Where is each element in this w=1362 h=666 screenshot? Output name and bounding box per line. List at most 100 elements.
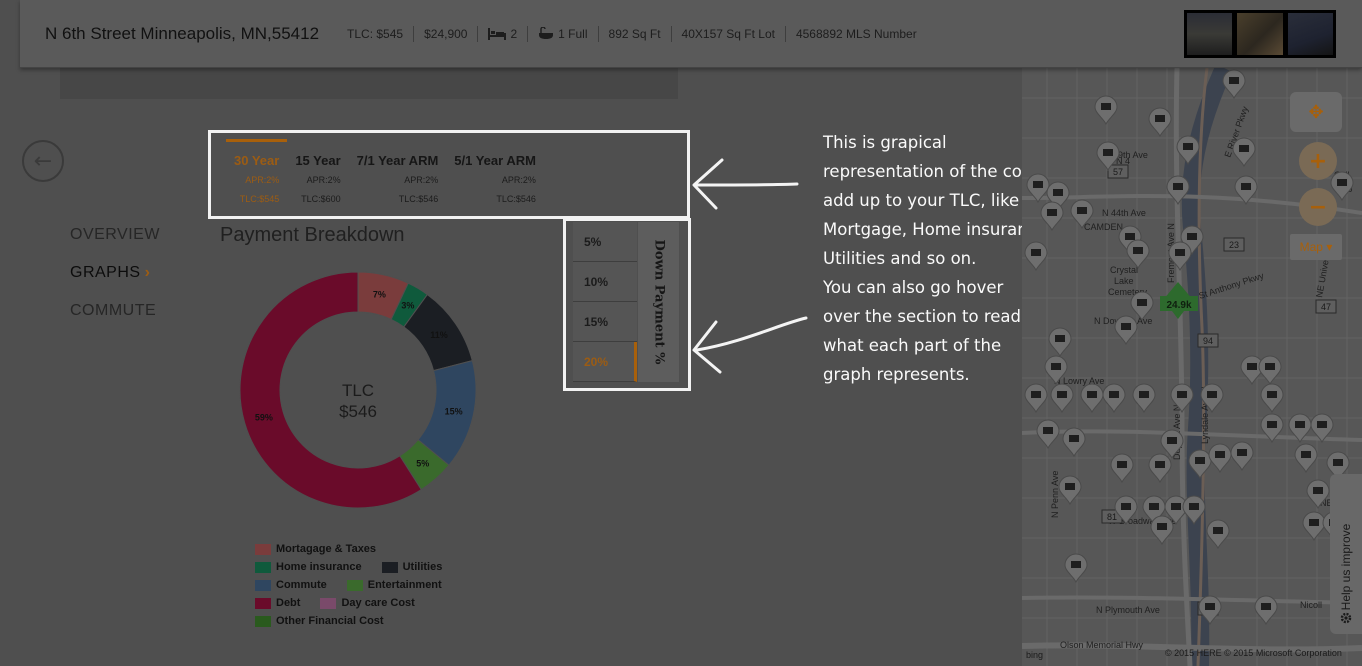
- thumbnail-interior[interactable]: [1237, 13, 1283, 55]
- legend-label: Other Financial Cost: [276, 615, 384, 627]
- legend-label: Mortagage & Taxes: [276, 543, 377, 555]
- legend-label: Utilities: [402, 561, 443, 573]
- map-pin-icon[interactable]: [1102, 383, 1126, 414]
- listing-facts: TLC: $545 $24,900 2 1 Full 892 Sq Ft 40X157 S…: [337, 25, 927, 42]
- bath-icon: [539, 27, 554, 39]
- legend-label: Entertainment: [367, 579, 442, 591]
- nav-graphs[interactable]: GRAPHS ›: [70, 262, 160, 300]
- map-pin-icon[interactable]: [1050, 383, 1074, 414]
- legend-item[interactable]: Home insurance: [255, 561, 362, 573]
- legend-swatch: [320, 597, 337, 609]
- fact-0: TLC: $545: [347, 26, 404, 41]
- map-pin-icon[interactable]: [1208, 443, 1232, 474]
- svg-text:47: 47: [1321, 302, 1331, 312]
- map-copyright: © 2015 HERE © 2015 Microsoft Corporation: [1165, 648, 1342, 658]
- help-us-improve-label: Help us improve: [1339, 523, 1353, 611]
- legend-swatch: [346, 579, 363, 591]
- legend-item[interactable]: Entertainment: [346, 579, 442, 591]
- back-button[interactable]: ←: [22, 140, 64, 182]
- legend-item[interactable]: Commute: [255, 579, 327, 591]
- thumbnail-exterior[interactable]: [1187, 13, 1233, 55]
- route-badge: 23: [1223, 237, 1245, 252]
- chart-legend: Mortagage & Taxes Home insurance Utilities…: [255, 540, 462, 630]
- fact-3: 1 Full: [527, 25, 597, 42]
- route-badge: 57: [1107, 164, 1129, 179]
- map-pan-control[interactable]: ✥: [1290, 92, 1342, 132]
- fact-4: 892 Sq Ft: [597, 25, 671, 42]
- route-badge: 47: [1315, 299, 1337, 314]
- svg-text:24.9k: 24.9k: [1166, 300, 1191, 311]
- fact-5: 40X157 Sq Ft Lot: [670, 25, 785, 42]
- legend-item[interactable]: Debt: [255, 597, 300, 609]
- legend-swatch: [255, 597, 271, 609]
- map-pin-icon[interactable]: [1148, 453, 1172, 484]
- nav-overview[interactable]: OVERVIEW: [70, 224, 160, 262]
- help-us-improve-tab[interactable]: Help us improve: [1330, 474, 1362, 634]
- route-badge: 94: [1197, 333, 1219, 348]
- map-pin-icon[interactable]: [1126, 239, 1150, 270]
- map-pin-icon[interactable]: [1114, 315, 1138, 346]
- donut-slice-label-0: 7%: [373, 289, 386, 299]
- fact-2: 2: [477, 25, 527, 42]
- map-pin-icon[interactable]: [1302, 511, 1326, 542]
- map-pin-icon[interactable]: [1258, 355, 1282, 386]
- map-pin-icon[interactable]: [1048, 327, 1072, 358]
- map-label: N Plymouth Ave: [1096, 605, 1160, 615]
- map-label: St Anthony Pkwy: [1198, 270, 1266, 301]
- legend-row: Commute Entertainment: [255, 576, 462, 594]
- fact-1: $24,900: [413, 25, 477, 42]
- legend-row: Debt Day care Cost: [255, 594, 462, 612]
- zoom-out-button[interactable]: −: [1299, 188, 1337, 226]
- map-pin-icon[interactable]: [1024, 383, 1048, 414]
- map-pin-icon[interactable]: [1094, 95, 1118, 126]
- map-pin-icon[interactable]: [1058, 475, 1082, 506]
- legend-swatch: [381, 561, 398, 573]
- map-pin-icon[interactable]: [1080, 383, 1104, 414]
- donut-slice-label-5: 59%: [255, 412, 273, 422]
- map-type-select[interactable]: Map ▾: [1290, 234, 1342, 260]
- chevron-right-icon: ›: [144, 264, 151, 281]
- map-label: Olson Memorial Hwy: [1060, 640, 1144, 650]
- donut-slice-label-4: 5%: [416, 459, 429, 469]
- arrowhead-down-payment: [692, 320, 722, 374]
- legend-swatch: [255, 543, 271, 555]
- map-pin-icon[interactable]: [1260, 383, 1284, 414]
- map-pin-icon[interactable]: [1024, 241, 1048, 272]
- map-pin-icon[interactable]: [1150, 515, 1174, 546]
- map-controls: ✥ + − Map ▾: [1290, 92, 1346, 260]
- nav-commute[interactable]: COMMUTE: [70, 300, 160, 338]
- legend-item[interactable]: Mortagage & Taxes: [255, 543, 376, 555]
- map-pin-icon[interactable]: [1232, 137, 1256, 168]
- map-label: Lake: [1114, 276, 1134, 286]
- legend-swatch: [255, 615, 271, 627]
- legend-row: Mortagage & Taxes: [255, 540, 462, 558]
- map-pin-icon[interactable]: [1206, 519, 1230, 550]
- map-pin-icon[interactable]: [1294, 443, 1318, 474]
- compass-icon: ✥: [1308, 101, 1324, 123]
- map-pin-icon[interactable]: [1036, 419, 1060, 450]
- loan-tabs-highlight: [208, 130, 690, 219]
- map-pin-icon[interactable]: [1230, 441, 1254, 472]
- map-pin-icon[interactable]: [1132, 383, 1156, 414]
- legend-item[interactable]: Day care Cost: [320, 597, 415, 609]
- payment-breakdown-title: Payment Breakdown: [220, 224, 405, 246]
- bed-icon: [488, 27, 507, 40]
- map-pin-icon[interactable]: [1254, 595, 1278, 626]
- bing-logo: bing: [1026, 650, 1044, 660]
- map-pin-icon[interactable]: [1040, 201, 1064, 232]
- header-strip: [60, 68, 678, 99]
- map-pin-icon[interactable]: [1222, 69, 1246, 100]
- zoom-in-button[interactable]: +: [1299, 142, 1337, 180]
- svg-text:81: 81: [1107, 512, 1117, 522]
- map-pin-icon[interactable]: [1110, 453, 1134, 484]
- legend-row: Home insurance Utilities: [255, 558, 462, 576]
- map-pin-icon[interactable]: [1148, 107, 1172, 138]
- thumbnail-room[interactable]: [1287, 13, 1333, 55]
- legend-item[interactable]: Other Financial Cost: [255, 615, 384, 627]
- legend-item[interactable]: Utilities: [381, 561, 443, 573]
- legend-swatch: [255, 561, 271, 573]
- map-pin-icon[interactable]: [1062, 427, 1086, 458]
- arrow-left-icon: ←: [33, 148, 53, 174]
- donut-slice-label-2: 11%: [430, 330, 448, 340]
- donut-slice-label-1: 3%: [401, 301, 414, 311]
